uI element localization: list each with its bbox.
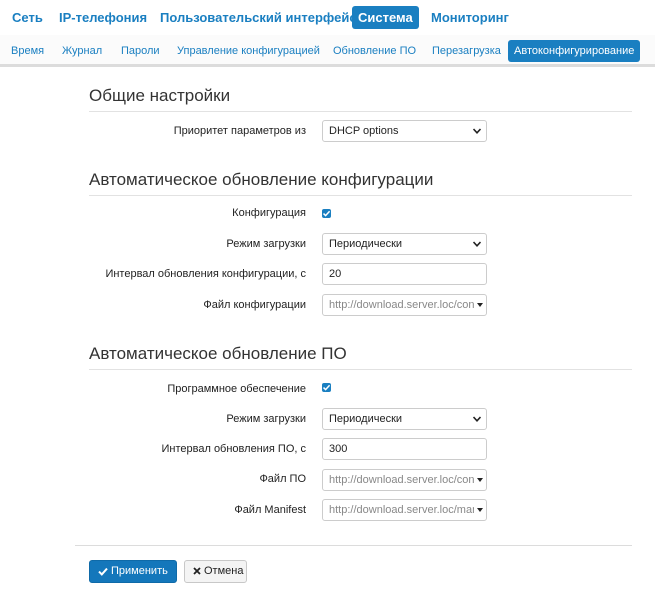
tab-passwords[interactable]: Пароли bbox=[115, 40, 166, 62]
nav-network[interactable]: Сеть bbox=[6, 6, 49, 29]
check-icon bbox=[98, 567, 108, 576]
tab-time[interactable]: Время bbox=[5, 40, 50, 62]
software-mode-label: Режим загрузки bbox=[226, 413, 306, 425]
priority-label: Приоритет параметров из bbox=[173, 125, 306, 137]
config-label: Конфигурация bbox=[232, 207, 306, 219]
chevron-down-icon bbox=[473, 128, 481, 134]
config-file-select[interactable]: http://download.server.loc/confi bbox=[322, 294, 487, 316]
chevron-down-icon bbox=[473, 241, 481, 247]
check-icon bbox=[322, 210, 331, 217]
footer-divider bbox=[75, 545, 632, 546]
apply-button-label: Применить bbox=[111, 565, 168, 577]
sub-navigation: Время Журнал Пароли Управление конфигура… bbox=[0, 35, 655, 67]
tab-autoconfiguration[interactable]: Автоконфигурирование bbox=[508, 40, 641, 62]
config-mode-label: Режим загрузки bbox=[226, 238, 306, 250]
nav-user-interface[interactable]: Пользовательский интерфейс bbox=[154, 6, 363, 29]
check-icon bbox=[322, 384, 331, 391]
software-mode-value: Периодически bbox=[329, 413, 403, 425]
nav-monitoring[interactable]: Мониторинг bbox=[425, 6, 515, 29]
manifest-file-select[interactable]: http://download.server.loc/mani bbox=[322, 499, 487, 521]
nav-ip-telephony[interactable]: IP-телефония bbox=[53, 6, 153, 29]
software-checkbox[interactable] bbox=[322, 383, 331, 392]
manifest-file-value: http://download.server.loc/mani bbox=[329, 504, 474, 516]
config-interval-label: Интервал обновления конфигурации, с bbox=[105, 268, 306, 280]
config-mode-value: Периодически bbox=[329, 238, 403, 250]
tab-reboot[interactable]: Перезагрузка bbox=[426, 40, 507, 62]
config-file-value: http://download.server.loc/confi bbox=[329, 299, 474, 311]
section-divider bbox=[89, 369, 632, 370]
caret-down-icon bbox=[477, 303, 483, 307]
apply-button[interactable]: Применить bbox=[89, 560, 177, 583]
tab-log[interactable]: Журнал bbox=[56, 40, 108, 62]
cancel-button[interactable]: Отмена bbox=[184, 560, 247, 583]
software-label: Программное обеспечение bbox=[167, 383, 306, 395]
manifest-file-label: Файл Manifest bbox=[234, 504, 306, 516]
section-divider bbox=[89, 195, 632, 196]
chevron-down-icon bbox=[473, 416, 481, 422]
top-navigation: Сеть IP-телефония Пользовательский интер… bbox=[0, 0, 655, 34]
software-file-value: http://download.server.loc/confi bbox=[329, 474, 474, 486]
config-checkbox[interactable] bbox=[322, 209, 331, 218]
software-update-title: Автоматическое обновление ПО bbox=[89, 344, 347, 363]
config-mode-select[interactable]: Периодически bbox=[322, 233, 487, 255]
software-file-label: Файл ПО bbox=[259, 473, 306, 485]
tab-config-management[interactable]: Управление конфигурацией bbox=[171, 40, 326, 62]
caret-down-icon bbox=[477, 478, 483, 482]
general-settings-title: Общие настройки bbox=[89, 86, 231, 105]
software-file-select[interactable]: http://download.server.loc/confi bbox=[322, 469, 487, 491]
section-divider bbox=[89, 111, 632, 112]
config-update-title: Автоматическое обновление конфигурации bbox=[89, 170, 434, 189]
cancel-button-label: Отмена bbox=[204, 565, 244, 577]
tab-software-update[interactable]: Обновление ПО bbox=[327, 40, 422, 62]
nav-system[interactable]: Система bbox=[352, 6, 419, 29]
software-mode-select[interactable]: Периодически bbox=[322, 408, 487, 430]
priority-select[interactable]: DHCP options bbox=[322, 120, 487, 142]
config-file-label: Файл конфигурации bbox=[203, 299, 306, 311]
priority-value: DHCP options bbox=[329, 125, 399, 137]
close-icon bbox=[193, 567, 201, 575]
software-interval-input[interactable]: 300 bbox=[322, 438, 487, 460]
software-interval-label: Интервал обновления ПО, с bbox=[161, 443, 307, 455]
config-interval-input[interactable]: 20 bbox=[322, 263, 487, 285]
caret-down-icon bbox=[477, 508, 483, 512]
